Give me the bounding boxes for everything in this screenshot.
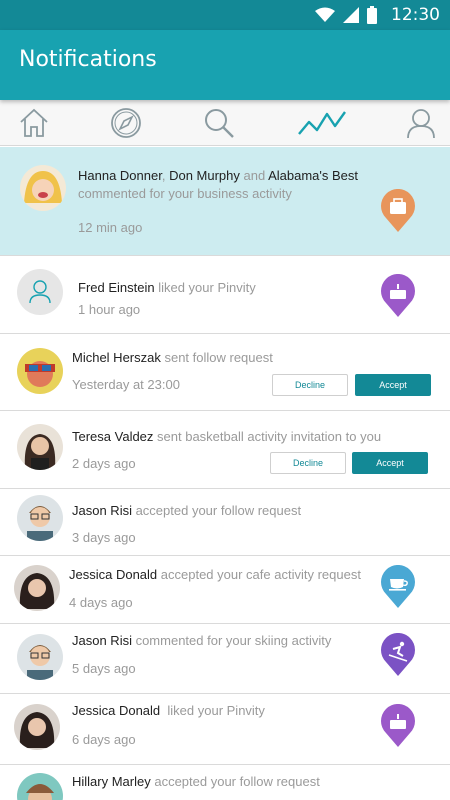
profile-icon[interactable] — [404, 106, 438, 140]
avatar — [17, 348, 63, 394]
wifi-icon — [315, 7, 335, 22]
notification-row[interactable]: Michel Herszak sent follow request Yeste… — [0, 334, 450, 411]
notification-text: Jason Risi accepted your follow request — [72, 503, 302, 518]
avatar — [14, 704, 60, 750]
status-icons: 12:30 — [315, 0, 440, 30]
decline-button[interactable]: Decline — [272, 374, 348, 396]
avatar — [17, 269, 63, 315]
activity-icon[interactable] — [297, 106, 349, 140]
accept-button[interactable]: Accept — [352, 452, 428, 474]
battery-icon — [367, 6, 377, 24]
timestamp: Yesterday at 23:00 — [72, 377, 180, 392]
status-time: 12:30 — [391, 5, 440, 25]
user-name[interactable]: Hanna Donner — [78, 168, 162, 183]
avatar — [17, 634, 63, 680]
coffee-icon — [381, 565, 415, 608]
notification-text: Teresa Valdez sent basketball activity i… — [72, 429, 382, 444]
timestamp: 1 hour ago — [78, 302, 141, 317]
nav-bar — [0, 100, 450, 146]
avatar — [14, 565, 60, 611]
notification-text: Jessica Donald liked your Pinvity — [72, 703, 265, 718]
notification-text: Michel Herszak sent follow request — [72, 350, 273, 365]
decline-button[interactable]: Decline — [270, 452, 346, 474]
cake-icon — [381, 704, 415, 747]
briefcase-icon — [381, 189, 415, 232]
notification-row[interactable]: Jason Risi accepted your follow request … — [0, 489, 450, 556]
skiing-icon — [381, 633, 415, 676]
timestamp: 3 days ago — [72, 530, 136, 545]
signal-icon — [343, 7, 359, 23]
notification-action: commented for your business activity — [78, 186, 292, 201]
user-name[interactable]: Alabama's Best — [268, 168, 358, 183]
user-name[interactable]: Jessica Donald — [69, 567, 157, 582]
notification-row[interactable]: Jason Risi commented for your skiing act… — [0, 624, 450, 694]
search-icon[interactable] — [202, 106, 236, 140]
user-name[interactable]: Jason Risi — [72, 503, 132, 518]
compass-icon[interactable] — [109, 106, 143, 140]
avatar — [20, 165, 66, 211]
home-icon[interactable] — [17, 106, 51, 140]
notification-row[interactable]: Hanna Donner, Don Murphy and Alabama's B… — [0, 147, 450, 256]
notification-row[interactable]: Jessica Donald accepted your cafe activi… — [0, 556, 450, 624]
cake-icon — [381, 274, 415, 317]
avatar — [17, 773, 63, 800]
notification-text: Hanna Donner, Don Murphy and Alabama's B… — [78, 168, 359, 183]
timestamp: 4 days ago — [69, 595, 133, 610]
notification-row[interactable]: Fred Einstein liked your Pinvity 1 hour … — [0, 256, 450, 334]
notification-row[interactable]: Teresa Valdez sent basketball activity i… — [0, 411, 450, 489]
notification-text: Jason Risi commented for your skiing act… — [72, 633, 332, 648]
user-name[interactable]: Teresa Valdez — [72, 429, 153, 444]
notification-text: Fred Einstein liked your Pinvity — [78, 280, 256, 295]
notification-text: Jessica Donald accepted your cafe activi… — [69, 567, 361, 582]
app-bar: Notifications — [0, 30, 450, 100]
user-name[interactable]: Hillary Marley — [72, 774, 151, 789]
avatar — [17, 424, 63, 470]
avatar — [17, 495, 63, 541]
user-name[interactable]: Don Murphy — [169, 168, 240, 183]
user-name[interactable]: Jessica Donald — [72, 703, 160, 718]
notification-text: Hillary Marley accepted your follow requ… — [72, 774, 320, 789]
timestamp: 6 days ago — [72, 732, 136, 747]
timestamp: 2 days ago — [72, 456, 136, 471]
notification-row[interactable]: Hillary Marley accepted your follow requ… — [0, 765, 450, 800]
user-name[interactable]: Michel Herszak — [72, 350, 161, 365]
page-title: Notifications — [19, 47, 157, 72]
accept-button[interactable]: Accept — [355, 374, 431, 396]
user-name[interactable]: Jason Risi — [72, 633, 132, 648]
status-bar: 12:30 — [0, 0, 450, 30]
user-name[interactable]: Fred Einstein — [78, 280, 155, 295]
notification-row[interactable]: Jessica Donald liked your Pinvity 6 days… — [0, 694, 450, 765]
timestamp: 5 days ago — [72, 661, 136, 676]
timestamp: 12 min ago — [78, 220, 143, 235]
